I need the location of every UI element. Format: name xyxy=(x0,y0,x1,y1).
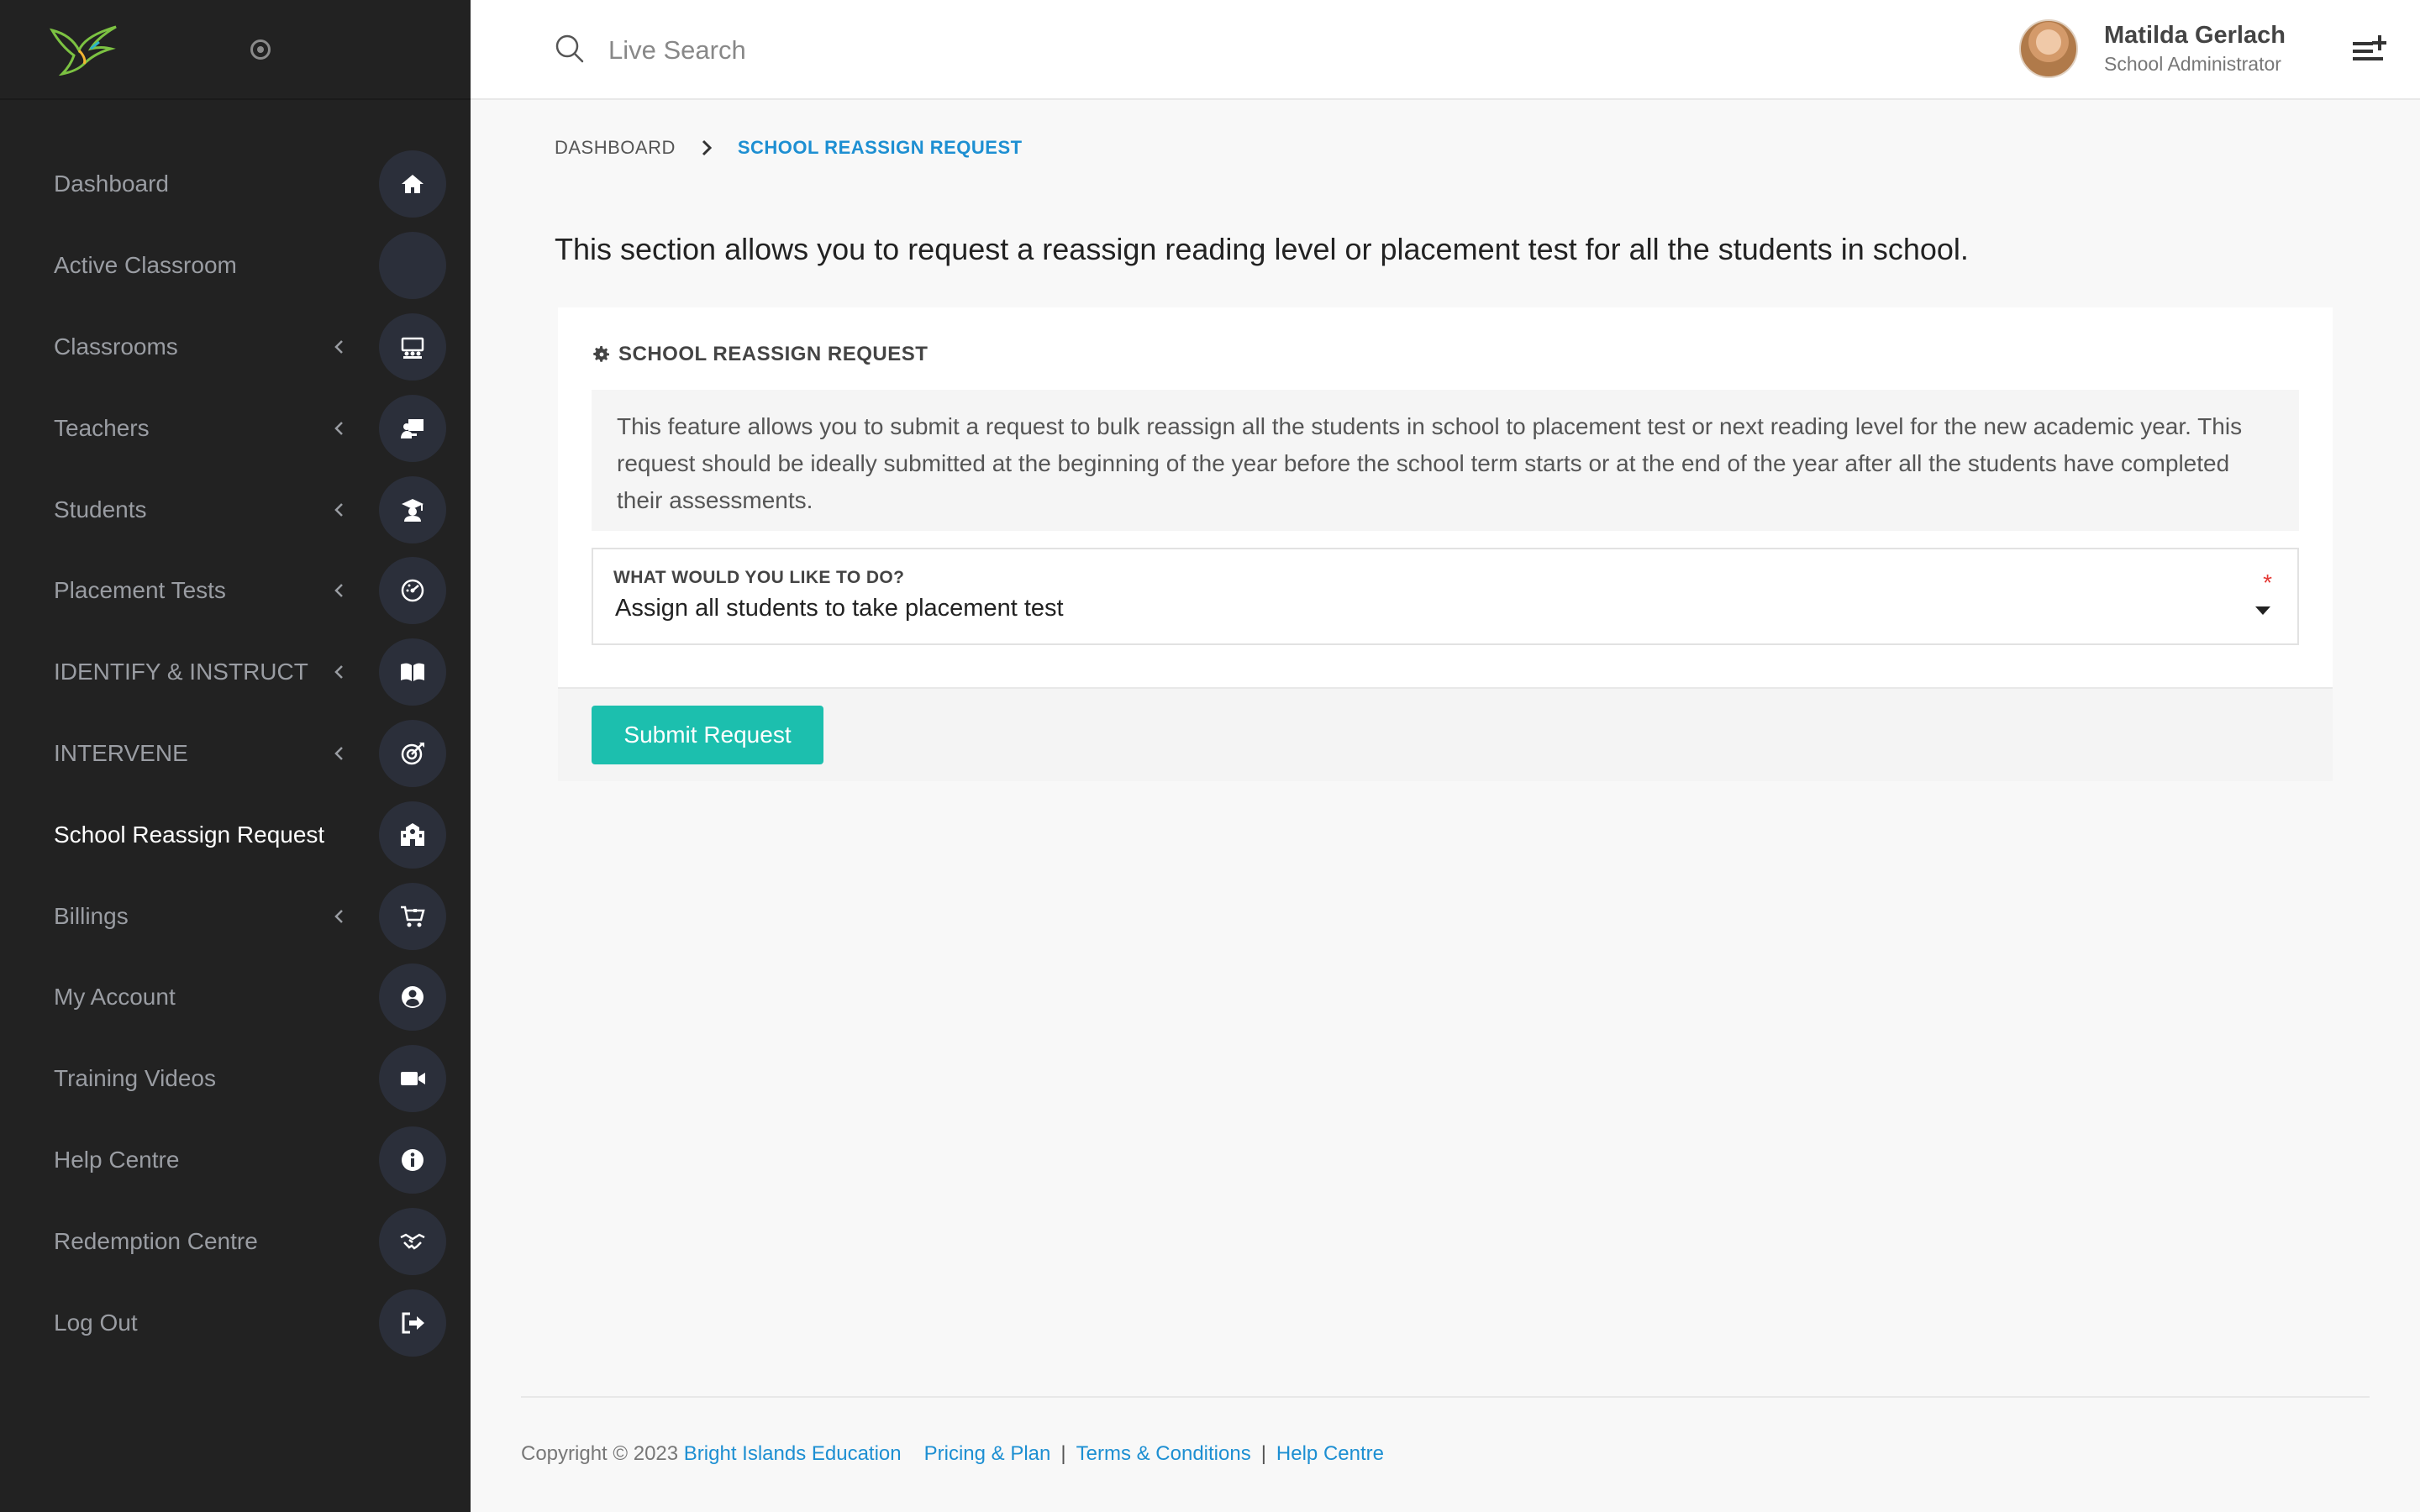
footer-separator: | xyxy=(1060,1442,1066,1465)
sidebar-item-label: Redemption Centre xyxy=(54,1227,258,1254)
sidebar: Dashboard Active Classroom Classrooms Teach… xyxy=(0,0,471,1512)
sidebar-item-label: Placement Tests xyxy=(54,577,226,604)
submit-request-button[interactable]: Submit Request xyxy=(592,706,823,764)
card-footer: Submit Request xyxy=(558,687,2333,781)
footer-separator: | xyxy=(1260,1442,1266,1465)
info-note: This feature allows you to submit a requ… xyxy=(592,390,2299,531)
sidebar-item-classrooms[interactable]: Classrooms xyxy=(0,307,471,388)
sidebar-item-label: IDENTIFY & INSTRUCT xyxy=(54,659,308,685)
video-icon xyxy=(379,1045,446,1113)
sidebar-item-intervene[interactable]: INTERVENE xyxy=(0,713,471,795)
sidebar-menu: Dashboard Active Classroom Classrooms Teach… xyxy=(0,144,471,1363)
sidebar-item-label: Students xyxy=(54,496,147,522)
chevron-left-icon[interactable] xyxy=(331,664,348,680)
breadcrumb-dashboard-link[interactable]: DASHBOARD xyxy=(555,137,676,159)
sidebar-item-students[interactable]: Students xyxy=(0,469,471,550)
cart-icon xyxy=(379,882,446,950)
info-icon xyxy=(379,1126,446,1194)
search-icon[interactable] xyxy=(555,34,585,64)
sidebar-item-log-out[interactable]: Log Out xyxy=(0,1282,471,1363)
sidebar-item-teachers[interactable]: Teachers xyxy=(0,387,471,469)
sidebar-item-identify-instruct[interactable]: IDENTIFY & INSTRUCT xyxy=(0,632,471,713)
action-select[interactable]: WHAT WOULD YOU LIKE TO DO? Assign all st… xyxy=(592,548,2299,645)
teacher-icon xyxy=(379,394,446,462)
logout-icon xyxy=(379,1289,446,1357)
sidebar-item-label: My Account xyxy=(54,984,176,1011)
user-circle-icon xyxy=(379,963,446,1032)
radio-dot-icon[interactable] xyxy=(250,39,271,60)
user-name[interactable]: Matilda Gerlach xyxy=(2104,22,2286,50)
school-icon xyxy=(379,801,446,869)
sidebar-item-school-reassign-request[interactable]: School Reassign Request xyxy=(0,794,471,875)
chevron-left-icon[interactable] xyxy=(331,745,348,762)
sidebar-item-label: Classrooms xyxy=(54,333,178,360)
home-icon xyxy=(379,150,446,218)
sidebar-item-label: INTERVENE xyxy=(54,739,188,766)
page-intro: This section allows you to request a rea… xyxy=(555,232,1969,266)
company-link[interactable]: Bright Islands Education xyxy=(684,1442,902,1466)
graduate-icon xyxy=(379,475,446,543)
handshake-icon xyxy=(379,1207,446,1275)
hummingbird-logo[interactable] xyxy=(49,22,119,76)
sidebar-item-label: School Reassign Request xyxy=(54,821,325,848)
action-select-value[interactable]: Assign all students to take placement te… xyxy=(615,595,1064,622)
chevron-left-icon[interactable] xyxy=(331,908,348,925)
empty-icon xyxy=(379,232,446,300)
book-icon xyxy=(379,638,446,706)
chevron-left-icon[interactable] xyxy=(331,339,348,355)
top-header: Matilda Gerlach School Administrator xyxy=(471,0,2420,100)
chevron-left-icon[interactable] xyxy=(331,420,348,437)
pricing-link[interactable]: Pricing & Plan xyxy=(924,1442,1051,1466)
card-title: SCHOOL REASSIGN REQUEST xyxy=(592,343,928,366)
terms-link[interactable]: Terms & Conditions xyxy=(1076,1442,1251,1466)
sidebar-item-label: Log Out xyxy=(54,1309,138,1336)
sidebar-item-active-classroom[interactable]: Active Classroom xyxy=(0,225,471,307)
target-icon xyxy=(379,719,446,787)
sidebar-item-help-centre[interactable]: Help Centre xyxy=(0,1120,471,1201)
caret-down-icon[interactable] xyxy=(2255,606,2270,615)
sidebar-item-label: Billings xyxy=(54,902,129,929)
help-centre-link[interactable]: Help Centre xyxy=(1276,1442,1384,1466)
copyright-text: Copyright © 2023 xyxy=(521,1442,679,1465)
sidebar-item-redemption-centre[interactable]: Redemption Centre xyxy=(0,1200,471,1282)
sidebar-item-label: Dashboard xyxy=(54,171,169,197)
sidebar-item-dashboard[interactable]: Dashboard xyxy=(0,144,471,225)
sidebar-item-billings[interactable]: Billings xyxy=(0,875,471,957)
breadcrumb-current: SCHOOL REASSIGN REQUEST xyxy=(737,137,1023,158)
chevron-right-icon xyxy=(702,139,712,156)
avatar[interactable] xyxy=(2019,19,2078,78)
footer-divider xyxy=(521,1396,2370,1398)
breadcrumb: DASHBOARD SCHOOL REASSIGN REQUEST xyxy=(555,137,1023,159)
classroom-icon xyxy=(379,312,446,381)
sidebar-item-label: Teachers xyxy=(54,414,150,441)
sidebar-item-label: Active Classroom xyxy=(54,252,237,279)
sidebar-item-label: Training Videos xyxy=(54,1065,217,1092)
sidebar-header xyxy=(0,0,471,100)
chevron-left-icon[interactable] xyxy=(331,582,348,599)
gauge-icon xyxy=(379,557,446,625)
sidebar-item-my-account[interactable]: My Account xyxy=(0,957,471,1038)
card-title-text: SCHOOL REASSIGN REQUEST xyxy=(618,343,929,365)
chevron-left-icon[interactable] xyxy=(331,501,348,518)
page-footer: Copyright © 2023 Bright Islands Educatio… xyxy=(521,1442,1384,1466)
required-mark: * xyxy=(2263,570,2272,596)
gear-icon xyxy=(593,346,609,362)
search-input[interactable] xyxy=(608,29,1113,72)
action-select-label: WHAT WOULD YOU LIKE TO DO? xyxy=(613,568,905,587)
sidebar-item-label: Help Centre xyxy=(54,1146,180,1173)
user-role: School Administrator xyxy=(2104,53,2281,75)
playlist-add-icon[interactable] xyxy=(2353,35,2386,64)
reassign-request-card: SCHOOL REASSIGN REQUEST This feature all… xyxy=(558,307,2333,781)
sidebar-item-training-videos[interactable]: Training Videos xyxy=(0,1038,471,1120)
sidebar-item-placement-tests[interactable]: Placement Tests xyxy=(0,550,471,632)
